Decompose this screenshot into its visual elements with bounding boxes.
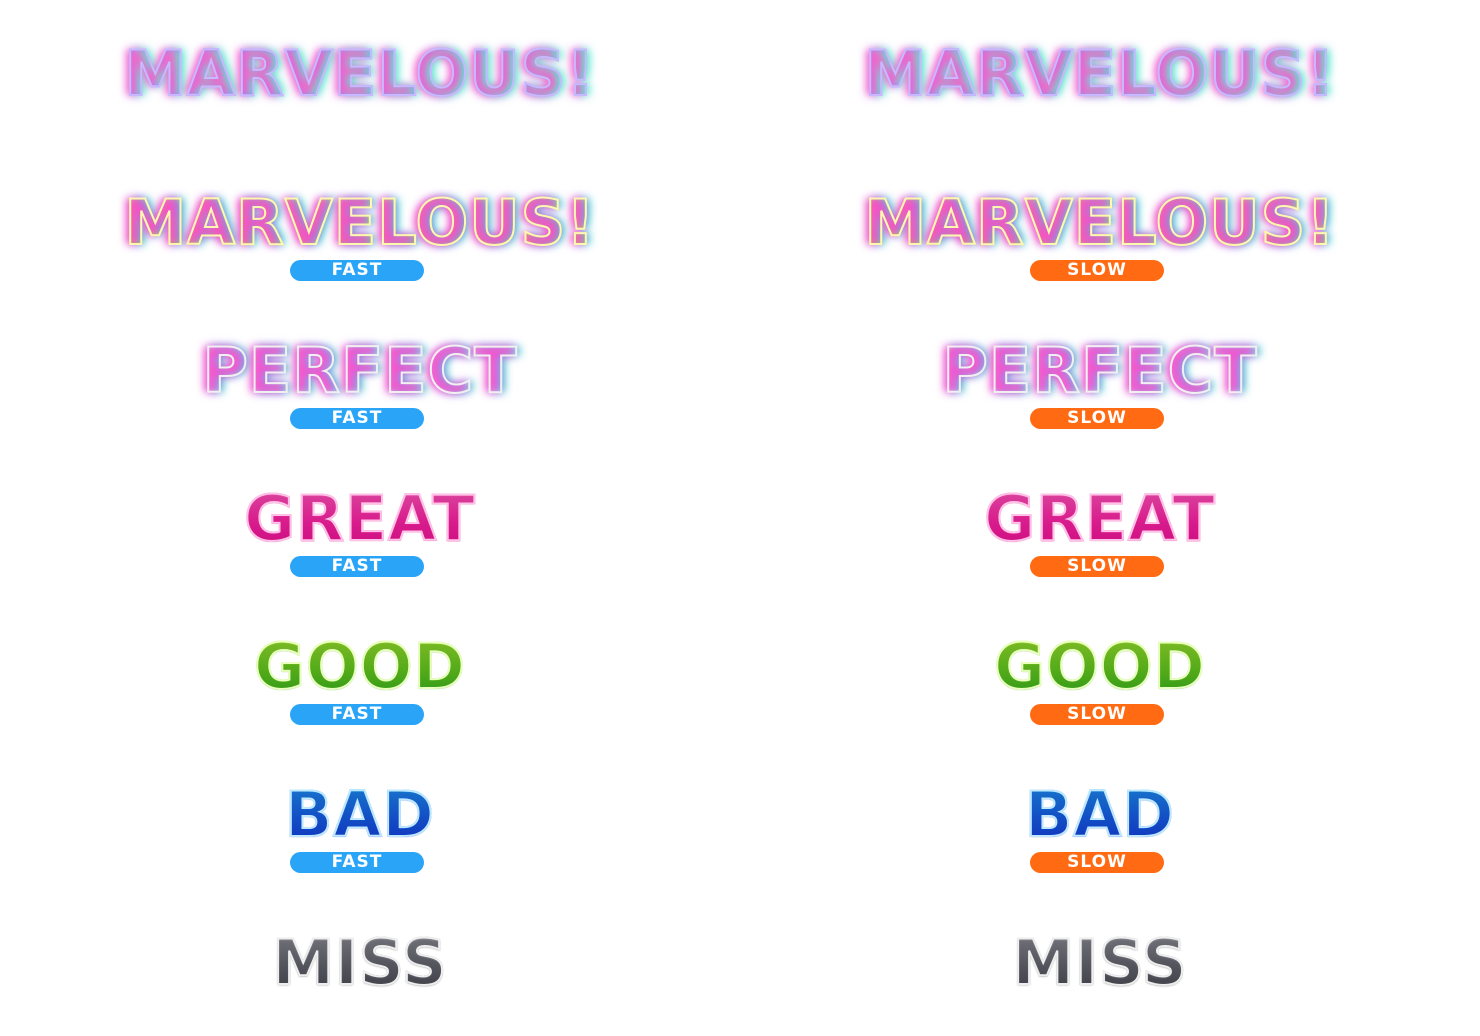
judgement-text: PERFECT (941, 334, 1258, 407)
judgement-bad: BAD (0, 778, 720, 851)
judgement-perfect: PERFECT (0, 334, 720, 407)
judgement-perfect: PERFECT (740, 334, 1460, 407)
slow-badge: SLOW (1030, 556, 1164, 577)
judgement-good: GOOD (740, 630, 1460, 703)
judgement-text: GOOD (993, 630, 1206, 703)
judgement-marvelous-plain: MARVELOUS! (740, 37, 1460, 110)
judgement-good: GOOD (0, 630, 720, 703)
fast-badge: FAST (290, 852, 424, 873)
judgement-miss: MISS (740, 926, 1460, 999)
judgement-great: GREAT (740, 482, 1460, 555)
judgement-marvelous: MARVELOUS! (0, 186, 720, 259)
fast-badge: FAST (290, 556, 424, 577)
judgement-text: GREAT (243, 482, 476, 555)
judgement-text: MISS (271, 926, 448, 999)
judgement-text: BAD (1024, 778, 1175, 851)
slow-badge: SLOW (1030, 852, 1164, 873)
judgement-marvelous-plain: MARVELOUS! (0, 37, 720, 110)
judgement-great: GREAT (0, 482, 720, 555)
judgement-text: MARVELOUS! (863, 37, 1336, 110)
judgement-text: MISS (1011, 926, 1188, 999)
fast-badge: FAST (290, 260, 424, 281)
judgement-text: GOOD (253, 630, 466, 703)
judgement-miss: MISS (0, 926, 720, 999)
slow-badge: SLOW (1030, 408, 1164, 429)
slow-badge: SLOW (1030, 704, 1164, 725)
fast-badge: FAST (290, 408, 424, 429)
judgement-text: BAD (284, 778, 435, 851)
judgement-marvelous: MARVELOUS! (740, 186, 1460, 259)
judgement-text: GREAT (983, 482, 1216, 555)
judgement-text: PERFECT (201, 334, 518, 407)
judgement-text: MARVELOUS! (863, 186, 1336, 259)
judgement-bad: BAD (740, 778, 1460, 851)
judgement-text: MARVELOUS! (123, 37, 596, 110)
slow-judgement-column: MARVELOUS! MARVELOUS! SLOW PERFECT SLOW … (740, 0, 1480, 1036)
slow-badge: SLOW (1030, 260, 1164, 281)
fast-judgement-column: MARVELOUS! MARVELOUS! FAST PERFECT FAST … (0, 0, 740, 1036)
fast-badge: FAST (290, 704, 424, 725)
judgement-text: MARVELOUS! (123, 186, 596, 259)
